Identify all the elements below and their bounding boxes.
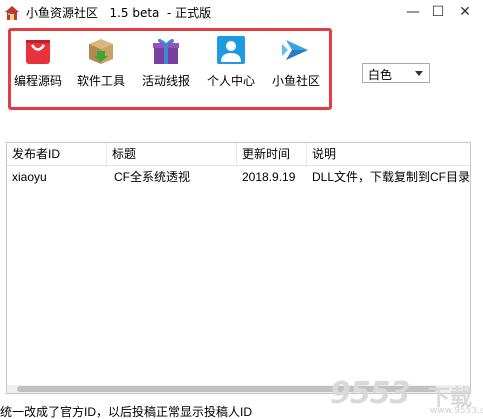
column-header-publisher-id[interactable]: 发布者ID xyxy=(7,143,107,165)
column-header-description[interactable]: 说明 xyxy=(307,143,470,165)
app-window: 小鱼资源社区 1.5 beta - 正式版 — ☐ ✕ 编程源码 软件工具 活动… xyxy=(0,0,483,419)
toolbar-item-source-code[interactable]: 编程源码 xyxy=(8,34,68,94)
title-bar: 小鱼资源社区 1.5 beta - 正式版 — ☐ ✕ xyxy=(0,0,483,26)
cell-update-time: 2018.9.19 xyxy=(242,170,296,184)
table-row[interactable]: xiaoyu CF全系统透视 2018.9.19 DLL文件，下载复制到CF目录 xyxy=(7,167,470,187)
close-button[interactable]: ✕ xyxy=(450,0,480,24)
red-shopping-bag-icon xyxy=(26,40,50,64)
column-header-update-time[interactable]: 更新时间 xyxy=(237,143,307,165)
list-header: 发布者ID 标题 更新时间 说明 xyxy=(7,143,470,166)
chevron-down-icon xyxy=(415,71,423,76)
column-header-title[interactable]: 标题 xyxy=(107,143,237,165)
user-profile-icon xyxy=(217,36,245,64)
toolbar-label: 小鱼社区 xyxy=(271,74,320,88)
toolbar-item-fish-community[interactable]: 小鱼社区 xyxy=(266,34,326,94)
maximize-icon: ☐ xyxy=(431,4,445,20)
cell-title: CF全系统透视 xyxy=(114,170,190,184)
skin-select-value: 白色 xyxy=(368,68,393,82)
site-watermark: 9553 下载 www.9553.com xyxy=(330,376,483,418)
cell-publisher-id: xiaoyu xyxy=(12,170,47,184)
status-message: 统一改成了官方ID，以后投稿正常显示投稿人ID xyxy=(0,405,253,419)
toolbar-item-software-tools[interactable]: 软件工具 xyxy=(71,34,131,94)
minimize-icon: — xyxy=(406,4,420,20)
toolbar-item-personal-center[interactable]: 个人中心 xyxy=(201,34,261,94)
watermark-site: www.9553.com xyxy=(430,406,483,416)
toolbar-item-activity-news[interactable]: 活动线报 xyxy=(136,34,196,94)
maximize-button[interactable]: ☐ xyxy=(423,0,453,24)
resource-list[interactable]: 发布者ID 标题 更新时间 说明 xiaoyu CF全系统透视 2018.9.1… xyxy=(6,142,471,394)
house-icon xyxy=(5,6,19,20)
close-icon: ✕ xyxy=(459,4,471,20)
gift-box-icon xyxy=(153,38,179,64)
skin-color-select[interactable]: 白色 xyxy=(362,63,430,83)
cell-description: DLL文件，下载复制到CF目录 xyxy=(312,170,471,184)
software-box-icon xyxy=(89,39,113,64)
fish-icon xyxy=(282,40,308,60)
watermark-number: 9553 xyxy=(330,376,410,411)
window-title: 小鱼资源社区 1.5 beta - 正式版 xyxy=(26,6,212,20)
